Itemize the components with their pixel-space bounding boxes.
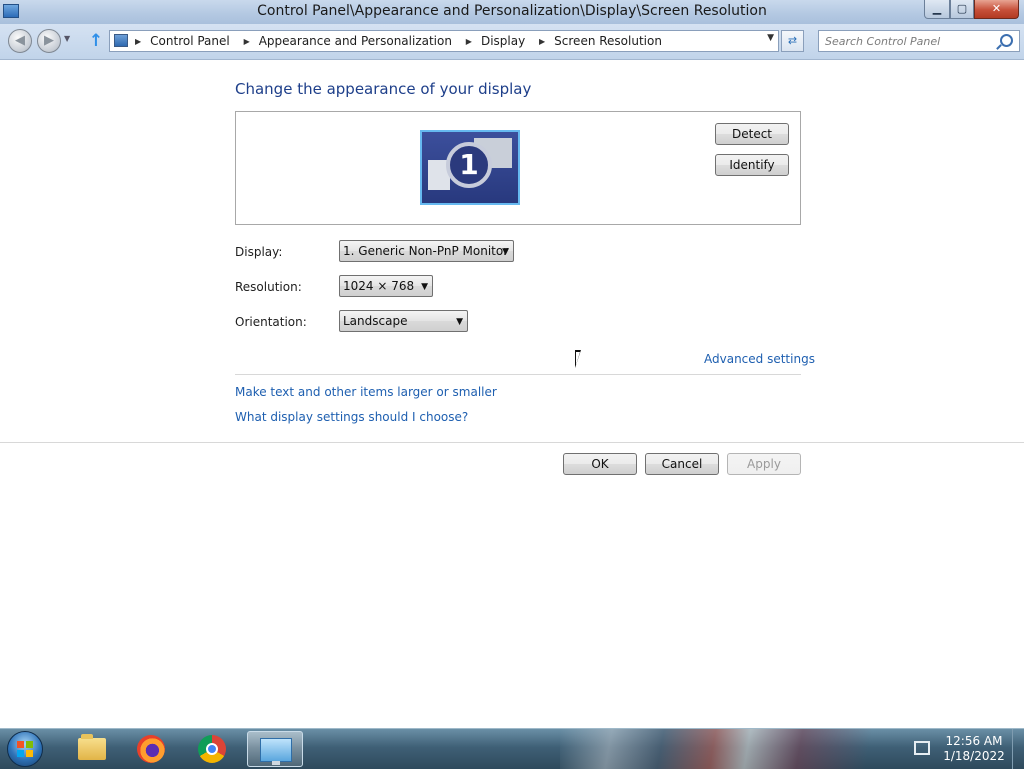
clock-date: 1/18/2022 — [943, 749, 1005, 763]
identify-button[interactable]: Identify — [715, 154, 789, 176]
window-title: Control Panel\Appearance and Personaliza… — [257, 3, 767, 19]
advanced-settings-link[interactable]: Advanced settings — [704, 352, 815, 366]
network-icon[interactable] — [914, 741, 930, 755]
address-bar[interactable]: ▶ Control Panel ▶ Appearance and Personali… — [109, 30, 779, 52]
orientation-select-value: Landscape — [343, 314, 408, 328]
breadcrumb-separator-icon[interactable]: ▶ — [466, 37, 472, 46]
cancel-button[interactable]: Cancel — [645, 453, 719, 475]
monitor-icon[interactable]: 1 — [420, 130, 520, 205]
display-help-link[interactable]: What display settings should I choose? — [235, 410, 468, 424]
orientation-select[interactable]: Landscape ▼ — [339, 310, 468, 332]
close-button[interactable]: ✕ — [974, 0, 1019, 19]
search-icon[interactable] — [1000, 34, 1013, 47]
footer-divider — [0, 442, 1024, 443]
display-select[interactable]: 1. Generic Non-PnP Monitor ▼ — [339, 240, 514, 262]
resolution-select[interactable]: 1024 × 768 ▼ — [339, 275, 433, 297]
taskbar-item-chrome[interactable] — [184, 731, 240, 767]
search-input[interactable] — [819, 31, 1001, 51]
breadcrumb: ▶ Control Panel ▶ Appearance and Personali… — [135, 34, 672, 48]
refresh-button[interactable]: ⇄ — [781, 30, 804, 52]
orientation-label: Orientation: — [235, 315, 307, 329]
breadcrumb-screen-resolution[interactable]: Screen Resolution — [554, 34, 662, 48]
display-control-panel-icon — [260, 738, 292, 765]
chrome-icon — [198, 735, 226, 763]
title-bar[interactable]: Control Panel\Appearance and Personaliza… — [0, 0, 1024, 24]
recent-pages-dropdown[interactable]: ▼ — [64, 34, 70, 43]
monitor-number: 1 — [446, 142, 492, 188]
taskbar-item-display-settings[interactable] — [247, 731, 303, 767]
maximize-button[interactable]: ▢ — [950, 0, 974, 19]
text-size-link[interactable]: Make text and other items larger or smal… — [235, 385, 497, 399]
windows-logo-icon — [17, 741, 33, 757]
breadcrumb-display[interactable]: Display — [481, 34, 525, 48]
breadcrumb-separator-icon[interactable]: ▶ — [539, 37, 545, 46]
address-dropdown-icon[interactable]: ▼ — [767, 33, 774, 43]
clock-time: 12:56 AM — [945, 734, 1003, 748]
display-preview-panel: 1 Detect Identify — [235, 111, 801, 225]
search-box[interactable] — [818, 30, 1020, 52]
taskbar: 12:56 AM 1/18/2022 — [0, 728, 1024, 769]
start-button[interactable] — [7, 731, 43, 767]
apply-button: Apply — [727, 453, 801, 475]
chevron-down-icon[interactable]: ▼ — [456, 312, 463, 332]
resolution-label: Resolution: — [235, 280, 302, 294]
taskbar-item-firefox[interactable] — [123, 731, 179, 767]
resolution-select-value: 1024 × 768 — [343, 279, 415, 293]
navigation-bar: ◀ ▶ ▼ ↑ ▶ Control Panel ▶ Appearance and P… — [0, 24, 1024, 60]
page-title: Change the appearance of your display — [235, 80, 532, 98]
windows-explorer-icon — [78, 734, 106, 760]
breadcrumb-appearance-personalization[interactable]: Appearance and Personalization — [259, 34, 452, 48]
minimize-button[interactable]: ▁ — [924, 0, 950, 19]
chevron-down-icon[interactable]: ▼ — [502, 242, 509, 262]
display-label: Display: — [235, 245, 283, 259]
ok-button[interactable]: OK — [563, 453, 637, 475]
breadcrumb-control-panel[interactable]: Control Panel — [150, 34, 230, 48]
control-panel-icon — [114, 34, 128, 47]
taskbar-item-explorer[interactable] — [62, 731, 118, 767]
chevron-down-icon[interactable]: ▼ — [421, 277, 428, 297]
detect-button[interactable]: Detect — [715, 123, 789, 145]
back-button[interactable]: ◀ — [8, 29, 32, 53]
firefox-icon — [137, 735, 165, 763]
system-clock[interactable]: 12:56 AM 1/18/2022 — [940, 734, 1008, 764]
forward-button[interactable]: ▶ — [37, 29, 61, 53]
display-select-value: 1. Generic Non-PnP Monitor — [343, 244, 509, 258]
breadcrumb-separator-icon[interactable]: ▶ — [244, 37, 250, 46]
section-divider — [235, 374, 801, 375]
breadcrumb-separator-icon[interactable]: ▶ — [135, 37, 141, 46]
mouse-cursor-icon — [575, 350, 581, 368]
show-desktop-button[interactable] — [1012, 729, 1024, 769]
up-arrow-icon[interactable]: ↑ — [87, 32, 105, 50]
wallpaper-peek — [560, 729, 900, 769]
